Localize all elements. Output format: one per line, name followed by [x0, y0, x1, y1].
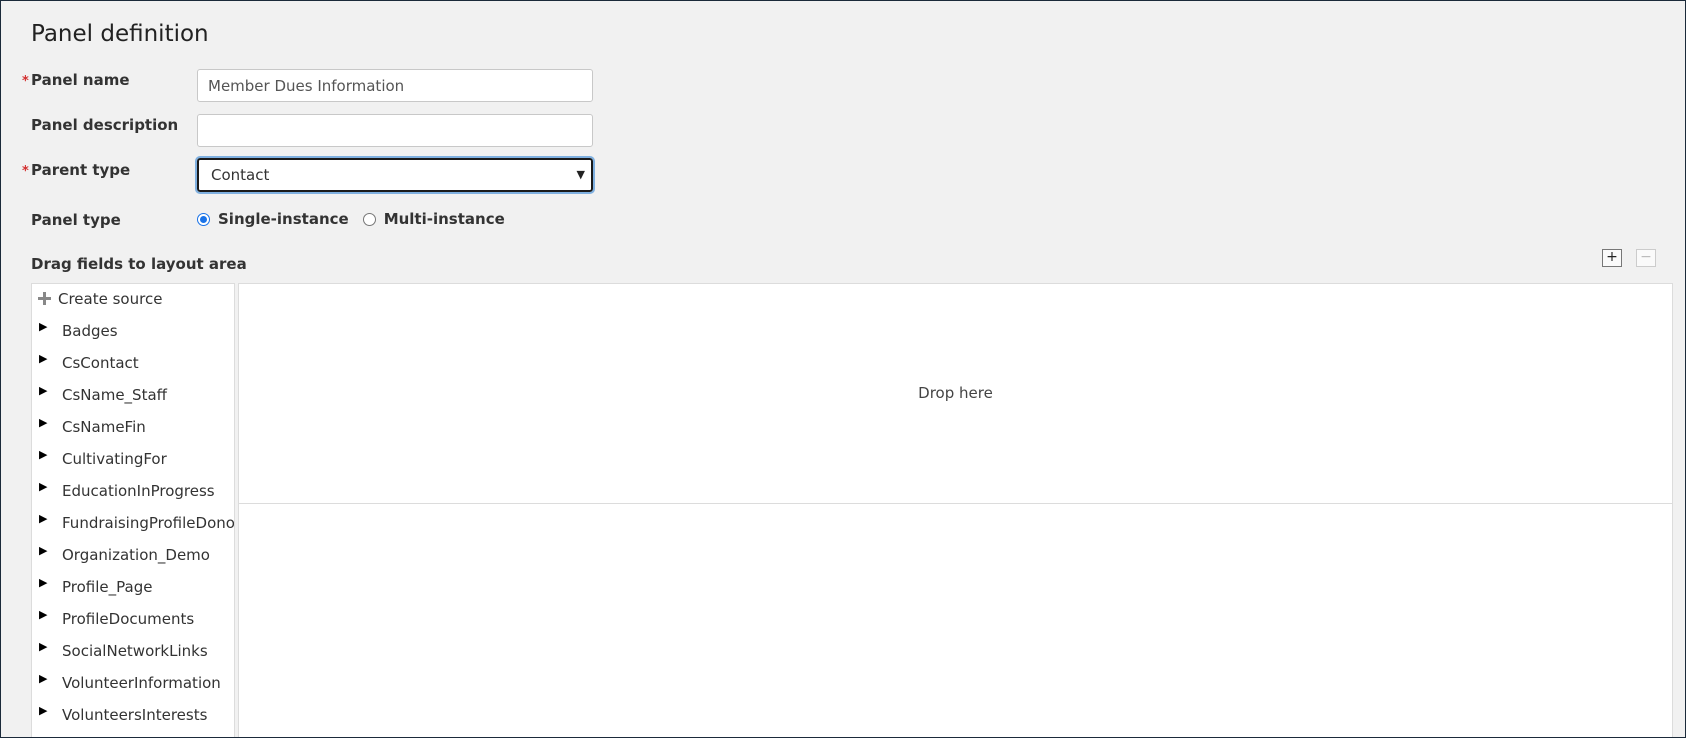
panel-description-label: Panel description [31, 116, 179, 134]
panel-type-radio-group: Single-instance Multi-instance [197, 210, 519, 228]
panel-name-input[interactable] [197, 69, 593, 102]
add-row-button[interactable]: + [1602, 249, 1622, 267]
source-item-label: Organization_Demo [62, 546, 210, 564]
source-item[interactable]: ▶ EducationInProgress [32, 480, 234, 514]
panel-name-label: Panel name [31, 71, 130, 89]
source-item[interactable]: ▶ CsNameFin [32, 416, 234, 450]
expand-arrow-icon[interactable]: ▶ [39, 512, 47, 525]
source-item-label: VolunteersInterests [62, 706, 208, 724]
single-instance-radio[interactable] [197, 212, 210, 226]
parent-type-select[interactable]: Contact ▼ [195, 156, 595, 194]
source-item-label: SocialNetworkLinks [62, 642, 208, 660]
source-item[interactable]: ▶ VolunteerInformation [32, 672, 234, 706]
chevron-down-icon: ▼ [576, 168, 585, 181]
expand-arrow-icon[interactable]: ▶ [39, 352, 47, 365]
panel-description-input[interactable] [197, 114, 593, 147]
required-marker: * [22, 74, 29, 89]
expand-arrow-icon[interactable]: ▶ [39, 416, 47, 429]
source-item-label: CsName_Staff [62, 386, 167, 404]
required-marker: * [22, 164, 29, 179]
multi-instance-label[interactable]: Multi-instance [384, 210, 505, 228]
source-item[interactable]: ▶ CsContact [32, 352, 234, 386]
expand-arrow-icon[interactable]: ▶ [39, 704, 47, 717]
source-item-label: VolunteerInformation [62, 674, 221, 692]
expand-arrow-icon[interactable]: ▶ [39, 640, 47, 653]
source-item-label: EducationInProgress [62, 482, 215, 500]
parent-type-value: Contact [211, 166, 270, 184]
source-item[interactable]: ▶ CsName_Staff [32, 384, 234, 418]
source-item-label: CsContact [62, 354, 139, 372]
panel-type-label: Panel type [31, 211, 121, 229]
panel-definition-window: Panel definition * Panel name Panel desc… [1, 1, 1685, 737]
source-item-label: ProfileDocuments [62, 610, 195, 628]
layout-area[interactable]: Drop here [238, 283, 1673, 737]
create-source-button[interactable]: Create source [37, 290, 162, 308]
drag-fields-label: Drag fields to layout area [31, 255, 247, 273]
single-instance-label[interactable]: Single-instance [218, 210, 349, 228]
expand-arrow-icon[interactable]: ▶ [39, 544, 47, 557]
source-item[interactable]: ▶ Organization_Demo [32, 544, 234, 578]
multi-instance-radio[interactable] [362, 212, 376, 226]
drop-zone[interactable]: Drop here [239, 284, 1672, 504]
source-tree-panel: Create source ▶ Badges ▶ CsContact ▶ CsN… [31, 283, 235, 737]
source-item[interactable]: ▶ CultivatingFor [32, 448, 234, 482]
expand-arrow-icon[interactable]: ▶ [39, 480, 47, 493]
create-source-label: Create source [58, 290, 163, 308]
source-item-label: Profile_Page [62, 578, 153, 596]
source-item-label: Badges [62, 322, 118, 340]
remove-row-button[interactable]: − [1636, 249, 1656, 267]
drop-here-text: Drop here [918, 384, 993, 402]
expand-arrow-icon[interactable]: ▶ [39, 320, 47, 333]
plus-icon [37, 291, 52, 306]
source-item-label: CsNameFin [62, 418, 146, 436]
page-title: Panel definition [31, 21, 209, 47]
source-item[interactable]: ▶ VolunteersInterests [32, 704, 234, 737]
source-item-label: CultivatingFor [62, 450, 167, 468]
source-item[interactable]: ▶ Badges [32, 320, 234, 354]
expand-arrow-icon[interactable]: ▶ [39, 448, 47, 461]
expand-arrow-icon[interactable]: ▶ [39, 672, 47, 685]
source-item[interactable]: ▶ ProfileDocuments [32, 608, 234, 642]
source-item[interactable]: ▶ SocialNetworkLinks [32, 640, 234, 674]
expand-arrow-icon[interactable]: ▶ [39, 576, 47, 589]
source-item-label: FundraisingProfileDonor [62, 514, 235, 532]
source-item[interactable]: ▶ FundraisingProfileDonor [32, 512, 235, 546]
parent-type-label: Parent type [31, 161, 131, 179]
expand-arrow-icon[interactable]: ▶ [39, 608, 47, 621]
source-item[interactable]: ▶ Profile_Page [32, 576, 234, 610]
expand-arrow-icon[interactable]: ▶ [39, 384, 47, 397]
